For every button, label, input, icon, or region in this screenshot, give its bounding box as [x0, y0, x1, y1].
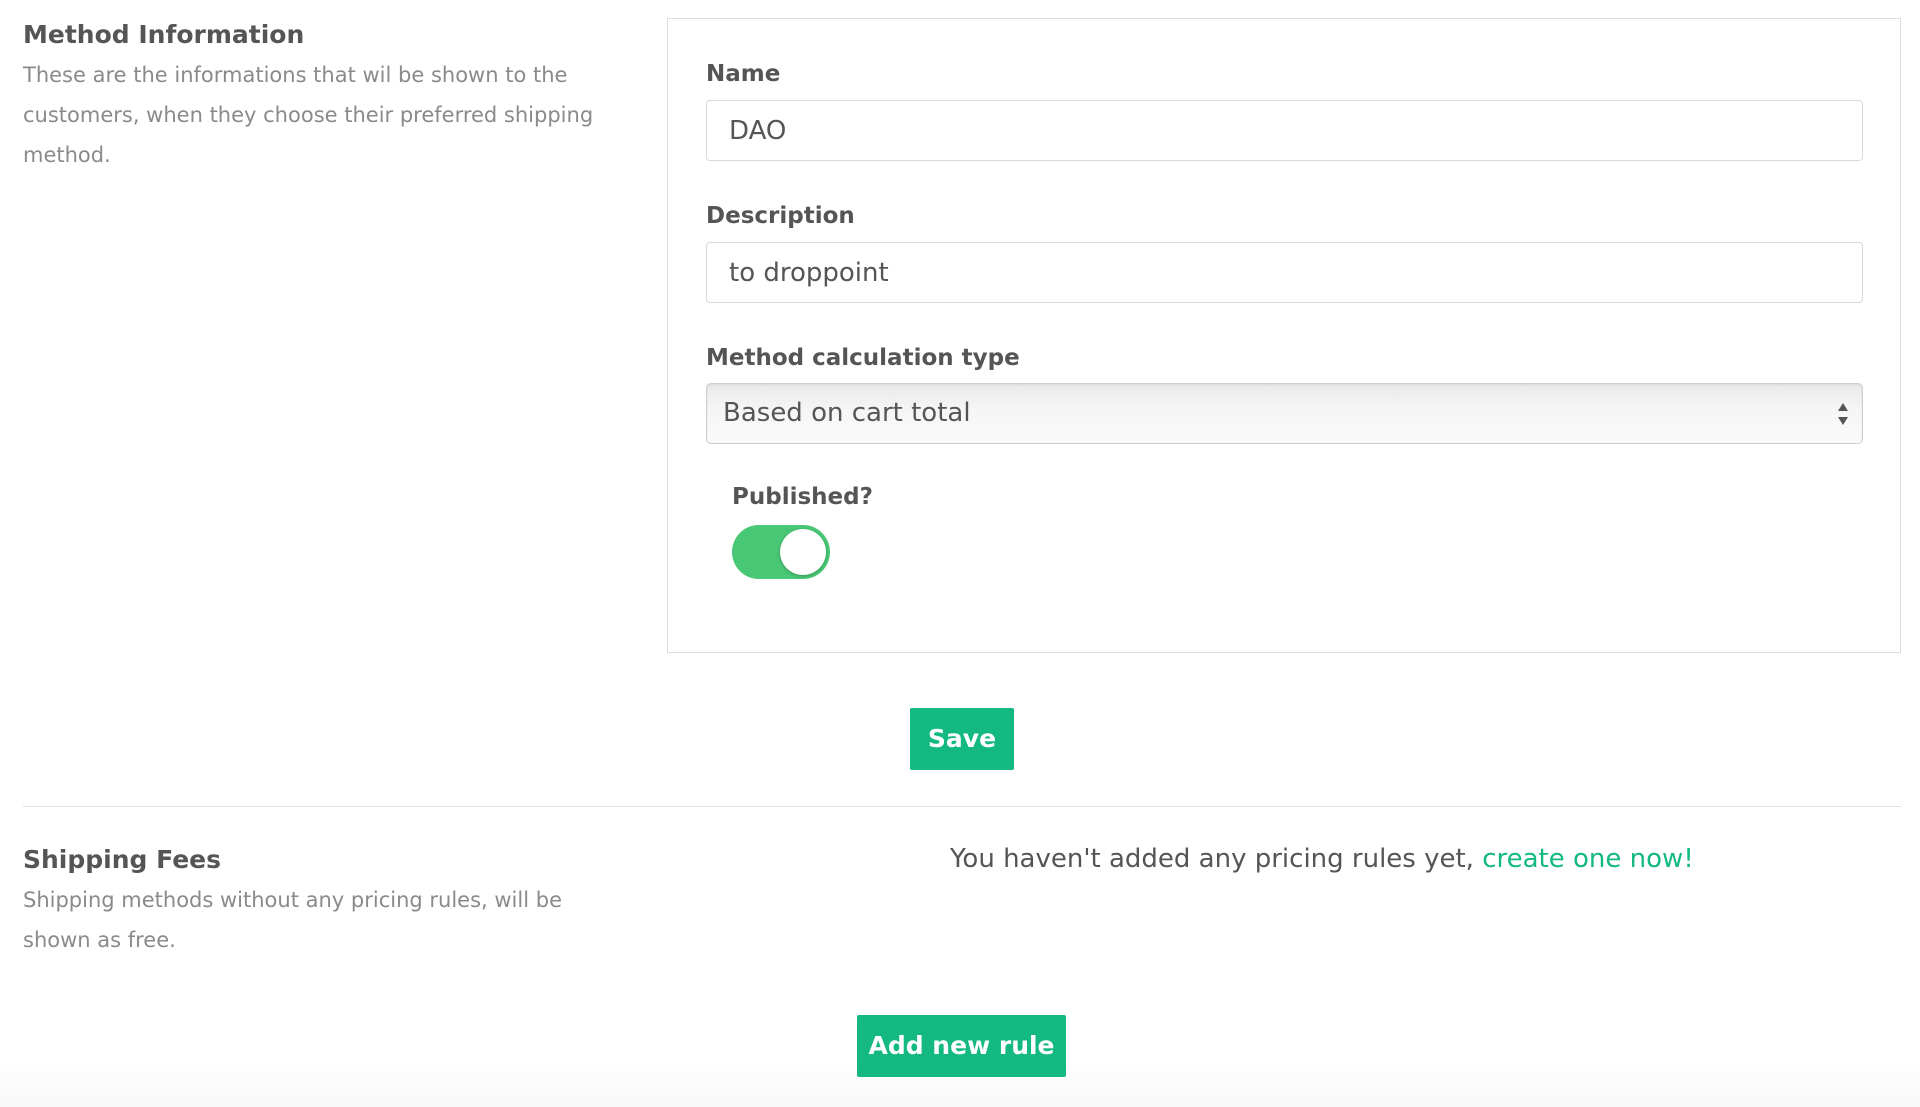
published-toggle[interactable]	[732, 525, 830, 579]
shipping-fees-heading: Shipping Fees	[23, 845, 221, 874]
shipping-method-page: Method Information These are the informa…	[0, 0, 1920, 1107]
calculation-type-label: Method calculation type	[706, 345, 1020, 371]
no-pricing-rules-text: You haven't added any pricing rules yet,	[950, 844, 1483, 874]
description-input[interactable]	[706, 242, 1863, 303]
calculation-type-select[interactable]: Based on cart total	[706, 383, 1863, 444]
no-pricing-rules-message: You haven't added any pricing rules yet,…	[950, 844, 1694, 874]
name-label: Name	[706, 61, 781, 87]
add-new-rule-button[interactable]: Add new rule	[857, 1015, 1066, 1077]
create-rule-link[interactable]: create one now!	[1482, 844, 1694, 874]
section-divider	[23, 806, 1901, 807]
method-information-card: Name Description Method calculation type…	[667, 18, 1901, 653]
name-input[interactable]	[706, 100, 1863, 161]
shipping-fees-description: Shipping methods without any pricing rul…	[23, 888, 562, 952]
published-label: Published?	[732, 484, 873, 510]
calculation-type-selected-value: Based on cart total	[723, 398, 971, 428]
save-button[interactable]: Save	[910, 708, 1014, 770]
description-label: Description	[706, 203, 855, 229]
method-information-heading: Method Information	[23, 20, 305, 49]
sort-arrows-icon	[1838, 403, 1848, 425]
toggle-knob	[780, 529, 826, 575]
method-information-description: These are the informations that wil be s…	[23, 63, 594, 167]
